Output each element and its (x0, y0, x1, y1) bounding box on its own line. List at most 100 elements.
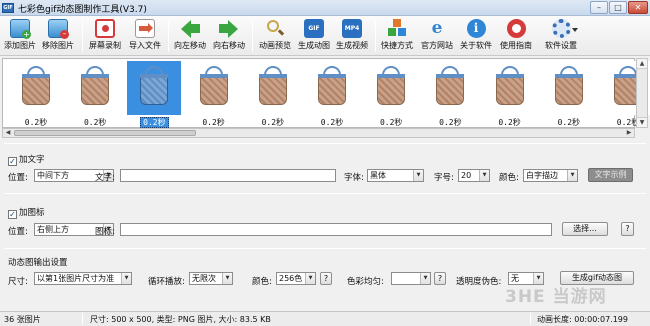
frame-list[interactable]: 0.2秒 0.2秒 0.2秒 0.2秒 0.2秒 0.2秒 0.2秒 0.2秒 0.2秒 0.2秒… (2, 58, 650, 128)
handbag-trim (258, 74, 287, 78)
font-label: 字体: (344, 173, 364, 183)
output-size-label: 尺寸: (8, 277, 28, 287)
frame-image (245, 61, 300, 115)
frame-thumbnail[interactable]: 0.2秒 (482, 61, 537, 128)
frame-image (541, 61, 596, 115)
text-sample-button[interactable]: 文字示例 (588, 168, 633, 182)
frame-duration-label[interactable]: 0.2秒 (364, 117, 418, 128)
user-guide-button[interactable]: 使用指南 (497, 18, 535, 54)
scroll-down-arrow-icon[interactable]: ▼ (637, 117, 647, 127)
output-settings-heading: 动态图输出设置 (8, 258, 68, 268)
generate-gif-button[interactable]: GIF 生成动图 (296, 18, 332, 54)
text-content-input[interactable] (120, 169, 336, 182)
dither-select[interactable]: ▼ (391, 272, 431, 285)
add-text-checkbox[interactable]: ✓ 加文字 (8, 153, 45, 166)
color-help-button[interactable]: ? (320, 272, 332, 285)
font-value: 黑体 (370, 171, 386, 180)
frame-duration-label[interactable]: 0.2秒 (187, 117, 241, 128)
frame-duration-value: 0.2秒 (498, 118, 521, 127)
frame-duration-label[interactable]: 0.2秒 (423, 117, 477, 128)
frame-thumbnail[interactable]: 0.2秒 (305, 61, 359, 127)
screen-record-button[interactable]: 屏幕录制 (87, 18, 123, 54)
close-button[interactable]: ✕ (628, 1, 648, 14)
chevron-down-icon: ▼ (479, 170, 489, 181)
icon-file-input[interactable] (120, 223, 552, 236)
image-info: 尺寸: 500 x 500, 类型: PNG 图片, 大小: 83.5 KB (90, 315, 271, 324)
loop-select[interactable]: 无限次 ▼ (189, 272, 233, 285)
dither-help-button[interactable]: ? (434, 272, 446, 285)
output-size-select[interactable]: 以第1张图片尺寸为准 ▼ (34, 272, 132, 285)
font-size-value: 20 (461, 171, 472, 180)
browse-icon-button[interactable]: 选择... (562, 222, 608, 236)
scroll-right-arrow-icon[interactable]: ▶ (624, 129, 634, 137)
frame-thumbnail[interactable]: 0.2秒 (9, 61, 63, 127)
frame-duration-value: 0.2秒 (202, 118, 225, 127)
remove-image-button[interactable]: – 移除图片 (40, 18, 76, 54)
font-size-label: 字号: (434, 173, 454, 183)
settings-dropdown-icon[interactable] (572, 28, 578, 32)
frame-duration-label[interactable]: 0.2秒 (305, 117, 359, 128)
checkbox-checked-icon[interactable]: ✓ (8, 210, 17, 219)
add-image-icon: + (10, 19, 31, 39)
handbag-trim (22, 74, 50, 78)
frame-list-vscrollbar[interactable]: ▲ ▼ (636, 58, 648, 128)
font-size-select[interactable]: 20 ▼ (458, 169, 490, 182)
icon-help-button[interactable]: ? (621, 222, 634, 236)
move-right-button[interactable]: 向右移动 (211, 18, 247, 54)
frame-thumbnail[interactable]: 0.2秒 (245, 61, 300, 128)
handbag-image (258, 75, 287, 105)
frame-duration-label[interactable]: 0.2秒 (68, 117, 122, 128)
frame-image (68, 61, 123, 115)
text-content-label: 文字: (95, 173, 115, 183)
frame-thumbnail[interactable]: 0.2秒 (423, 61, 478, 128)
toolbar-separator (82, 20, 83, 52)
frame-duration-value: 0.2秒 (261, 118, 285, 127)
shortcut-button[interactable]: 快捷方式 (379, 18, 415, 54)
settings-button[interactable]: 软件设置 (541, 18, 581, 54)
gif-icon: GIF (304, 19, 324, 38)
move-left-button[interactable]: 向左移动 (172, 18, 208, 54)
about-button[interactable]: i 关于软件 (458, 18, 494, 54)
frame-duration-label[interactable]: 0.2秒 (483, 117, 537, 128)
animation-preview-button[interactable]: 动画预览 (257, 18, 293, 54)
frame-thumbnail[interactable]: 0.2秒 (127, 61, 182, 128)
frame-thumbnail[interactable]: 0.2秒 (364, 61, 419, 128)
import-file-button[interactable]: 导入文件 (126, 18, 164, 54)
minimize-button[interactable]: – (590, 1, 608, 14)
mp4-icon: MP4 (342, 19, 362, 38)
frame-thumbnail[interactable]: 0.2秒 (68, 61, 123, 128)
output-color-select[interactable]: 256色 ▼ (276, 272, 316, 285)
frame-list-hscrollbar[interactable]: ◀ ▶ (2, 128, 635, 138)
add-image-button[interactable]: + 添加图片 (3, 18, 37, 54)
frame-image (127, 61, 182, 115)
handbag-trim (140, 74, 169, 78)
handbag-trim (199, 74, 228, 78)
frame-duration-label[interactable]: 0.2秒 (542, 117, 596, 128)
icon-position-value: 右侧上方 (37, 225, 69, 234)
add-icon-checkbox[interactable]: ✓ 加图标 (8, 206, 45, 219)
frame-duration-label[interactable]: 0.2秒 (127, 117, 181, 128)
handbag-image (140, 75, 169, 105)
text-color-select[interactable]: 白字描边 ▼ (523, 169, 578, 182)
chevron-down-icon: ▼ (567, 170, 577, 181)
frame-duration-value: 0.2秒 (83, 118, 107, 127)
frame-duration-label[interactable]: 0.2秒 (246, 117, 300, 128)
window-title: 七彩色gif动态图制作工具(V3.7) (18, 5, 147, 15)
frame-thumbnail[interactable]: 0.2秒 (186, 61, 241, 128)
text-position-label: 位置: (8, 173, 28, 183)
maximize-button[interactable]: □ (609, 1, 627, 14)
icon-position-label: 位置: (8, 227, 28, 237)
official-website-button[interactable]: e 官方网站 (419, 18, 455, 54)
hscroll-thumb[interactable] (14, 130, 196, 136)
frame-thumbnail[interactable]: 0.2秒 (541, 61, 596, 128)
handbag-image (22, 75, 50, 105)
scroll-left-arrow-icon[interactable]: ◀ (3, 129, 13, 137)
checkbox-checked-icon[interactable]: ✓ (8, 157, 17, 166)
handbag-image (318, 75, 346, 105)
frame-duration-label[interactable]: 0.2秒 (9, 117, 63, 128)
status-separator (530, 313, 531, 325)
font-select[interactable]: 黑体 ▼ (367, 169, 424, 182)
remove-image-icon: – (48, 19, 69, 39)
generate-video-button[interactable]: MP4 生成视频 (334, 18, 370, 54)
scroll-up-arrow-icon[interactable]: ▲ (637, 59, 647, 69)
